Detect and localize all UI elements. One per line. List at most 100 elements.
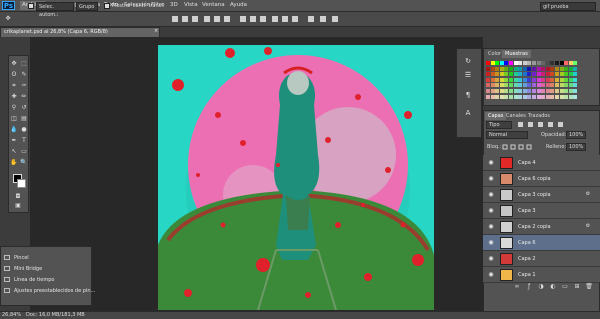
swatch[interactable] (532, 72, 536, 77)
swatch[interactable] (527, 89, 532, 93)
swatch[interactable] (522, 66, 527, 71)
swatch[interactable] (536, 77, 541, 82)
swatch-grid[interactable] (486, 61, 578, 101)
swatch[interactable] (513, 83, 518, 88)
swatch[interactable] (559, 72, 564, 77)
swatch[interactable] (499, 61, 504, 65)
swatch[interactable] (499, 77, 504, 82)
swatch[interactable] (555, 94, 559, 99)
new-layer-icon[interactable]: ⊞ (573, 283, 581, 291)
swatch[interactable] (550, 66, 555, 71)
swatch[interactable] (504, 94, 509, 99)
swatch[interactable] (486, 77, 490, 82)
swatch[interactable] (568, 94, 573, 99)
swatch[interactable] (559, 61, 564, 65)
layer-row[interactable]: ◉ Capa 3 copia ⚙ (483, 187, 600, 203)
swatch[interactable] (555, 61, 559, 65)
swatch[interactable] (509, 72, 513, 77)
swatch[interactable] (550, 83, 555, 88)
swatch[interactable] (541, 66, 546, 71)
swatch[interactable] (504, 66, 509, 71)
swatch[interactable] (495, 66, 500, 71)
swatch[interactable] (509, 89, 513, 93)
swatch[interactable] (568, 72, 573, 77)
swatch[interactable] (522, 77, 527, 82)
marquee-icon[interactable]: ⬚ (20, 60, 28, 68)
swatch[interactable] (564, 72, 569, 77)
swatch[interactable] (504, 89, 509, 93)
menu-item-7[interactable]: 3D (168, 1, 180, 10)
lasso-icon[interactable]: ʘ (10, 71, 18, 79)
layer-style-icon[interactable]: ⚙ (584, 223, 592, 230)
swatch[interactable] (499, 89, 504, 93)
swatch[interactable] (490, 77, 495, 82)
align-icons[interactable] (170, 14, 370, 24)
layer-name[interactable]: Capa 4 (518, 157, 536, 169)
lock-icons[interactable] (502, 143, 536, 151)
eyedropper-icon[interactable]: ✑ (20, 82, 28, 90)
swatch[interactable] (518, 66, 523, 71)
swatch[interactable] (486, 89, 490, 93)
menu-item-9[interactable]: Ventana (200, 1, 227, 10)
history-brush-icon[interactable]: ↺ (20, 104, 28, 112)
character-icon[interactable]: A (463, 108, 473, 118)
layer-row[interactable]: ◉ Capa 2 copia ⚙ (483, 219, 600, 235)
swatch[interactable] (504, 61, 509, 65)
swatch[interactable] (495, 94, 500, 99)
swatch[interactable] (504, 72, 509, 77)
swatch[interactable] (573, 72, 578, 77)
swatch[interactable] (573, 77, 578, 82)
swatch[interactable] (536, 94, 541, 99)
menu-item-8[interactable]: Vista (182, 1, 200, 10)
layer-name[interactable]: Capa 3 (518, 205, 536, 217)
swatch[interactable] (545, 77, 550, 82)
swatch[interactable] (545, 72, 550, 77)
path-select-icon[interactable]: ↖ (10, 148, 18, 156)
swatch[interactable] (527, 61, 532, 65)
document-tab-close-icon[interactable]: × (154, 28, 158, 34)
visibility-eye-icon[interactable]: ◉ (487, 159, 495, 166)
stamp-icon[interactable]: ⚲ (10, 104, 18, 112)
swatch[interactable] (564, 83, 569, 88)
workspace-dropdown[interactable]: gif prueba (540, 2, 596, 11)
visibility-eye-icon[interactable]: ◉ (487, 271, 495, 278)
swatch[interactable] (513, 94, 518, 99)
swatch[interactable] (513, 66, 518, 71)
screen-mode-icon[interactable]: ▣ (14, 202, 22, 210)
swatch[interactable] (504, 77, 509, 82)
panel-brush-presets[interactable]: Ajustes preestablecidos de pin... (4, 287, 95, 296)
layer-row[interactable]: ◉ Capa 6 (483, 235, 600, 251)
swatch[interactable] (568, 66, 573, 71)
auto-select-dropdown[interactable]: Selec. autom.: (36, 2, 74, 18)
swatch[interactable] (573, 94, 578, 99)
swatch[interactable] (541, 89, 546, 93)
swatch[interactable] (573, 61, 578, 65)
layer-row[interactable]: ◉ Capa 1 (483, 267, 600, 283)
swatch[interactable] (490, 61, 495, 65)
swatch[interactable] (559, 89, 564, 93)
swatch[interactable] (490, 94, 495, 99)
swatch[interactable] (513, 89, 518, 93)
canvas-image[interactable] (158, 45, 434, 310)
hand-icon[interactable]: ✋ (10, 159, 18, 167)
tab-swatches[interactable]: Muestras (502, 50, 531, 58)
layer-name[interactable]: Capa 3 copia (518, 189, 551, 201)
mask-icon[interactable]: ◑ (537, 283, 545, 291)
swatch[interactable] (490, 66, 495, 71)
layer-row[interactable]: ◉ Capa 3 (483, 203, 600, 219)
swatch[interactable] (555, 89, 559, 93)
blend-mode-dropdown[interactable]: Normal (486, 131, 528, 139)
swatch[interactable] (555, 72, 559, 77)
crop-icon[interactable]: ⌗ (10, 82, 18, 90)
swatch[interactable] (495, 83, 500, 88)
dodge-icon[interactable]: ● (20, 126, 28, 134)
swatch[interactable] (573, 89, 578, 93)
swatch[interactable] (518, 61, 523, 65)
paragraph-icon[interactable]: ¶ (463, 90, 473, 100)
history-icon[interactable]: ↻ (463, 56, 473, 66)
pen-icon[interactable]: ✒ (10, 137, 18, 145)
swatch[interactable] (568, 89, 573, 93)
swatch[interactable] (509, 66, 513, 71)
swatch[interactable] (509, 83, 513, 88)
swatch[interactable] (555, 66, 559, 71)
